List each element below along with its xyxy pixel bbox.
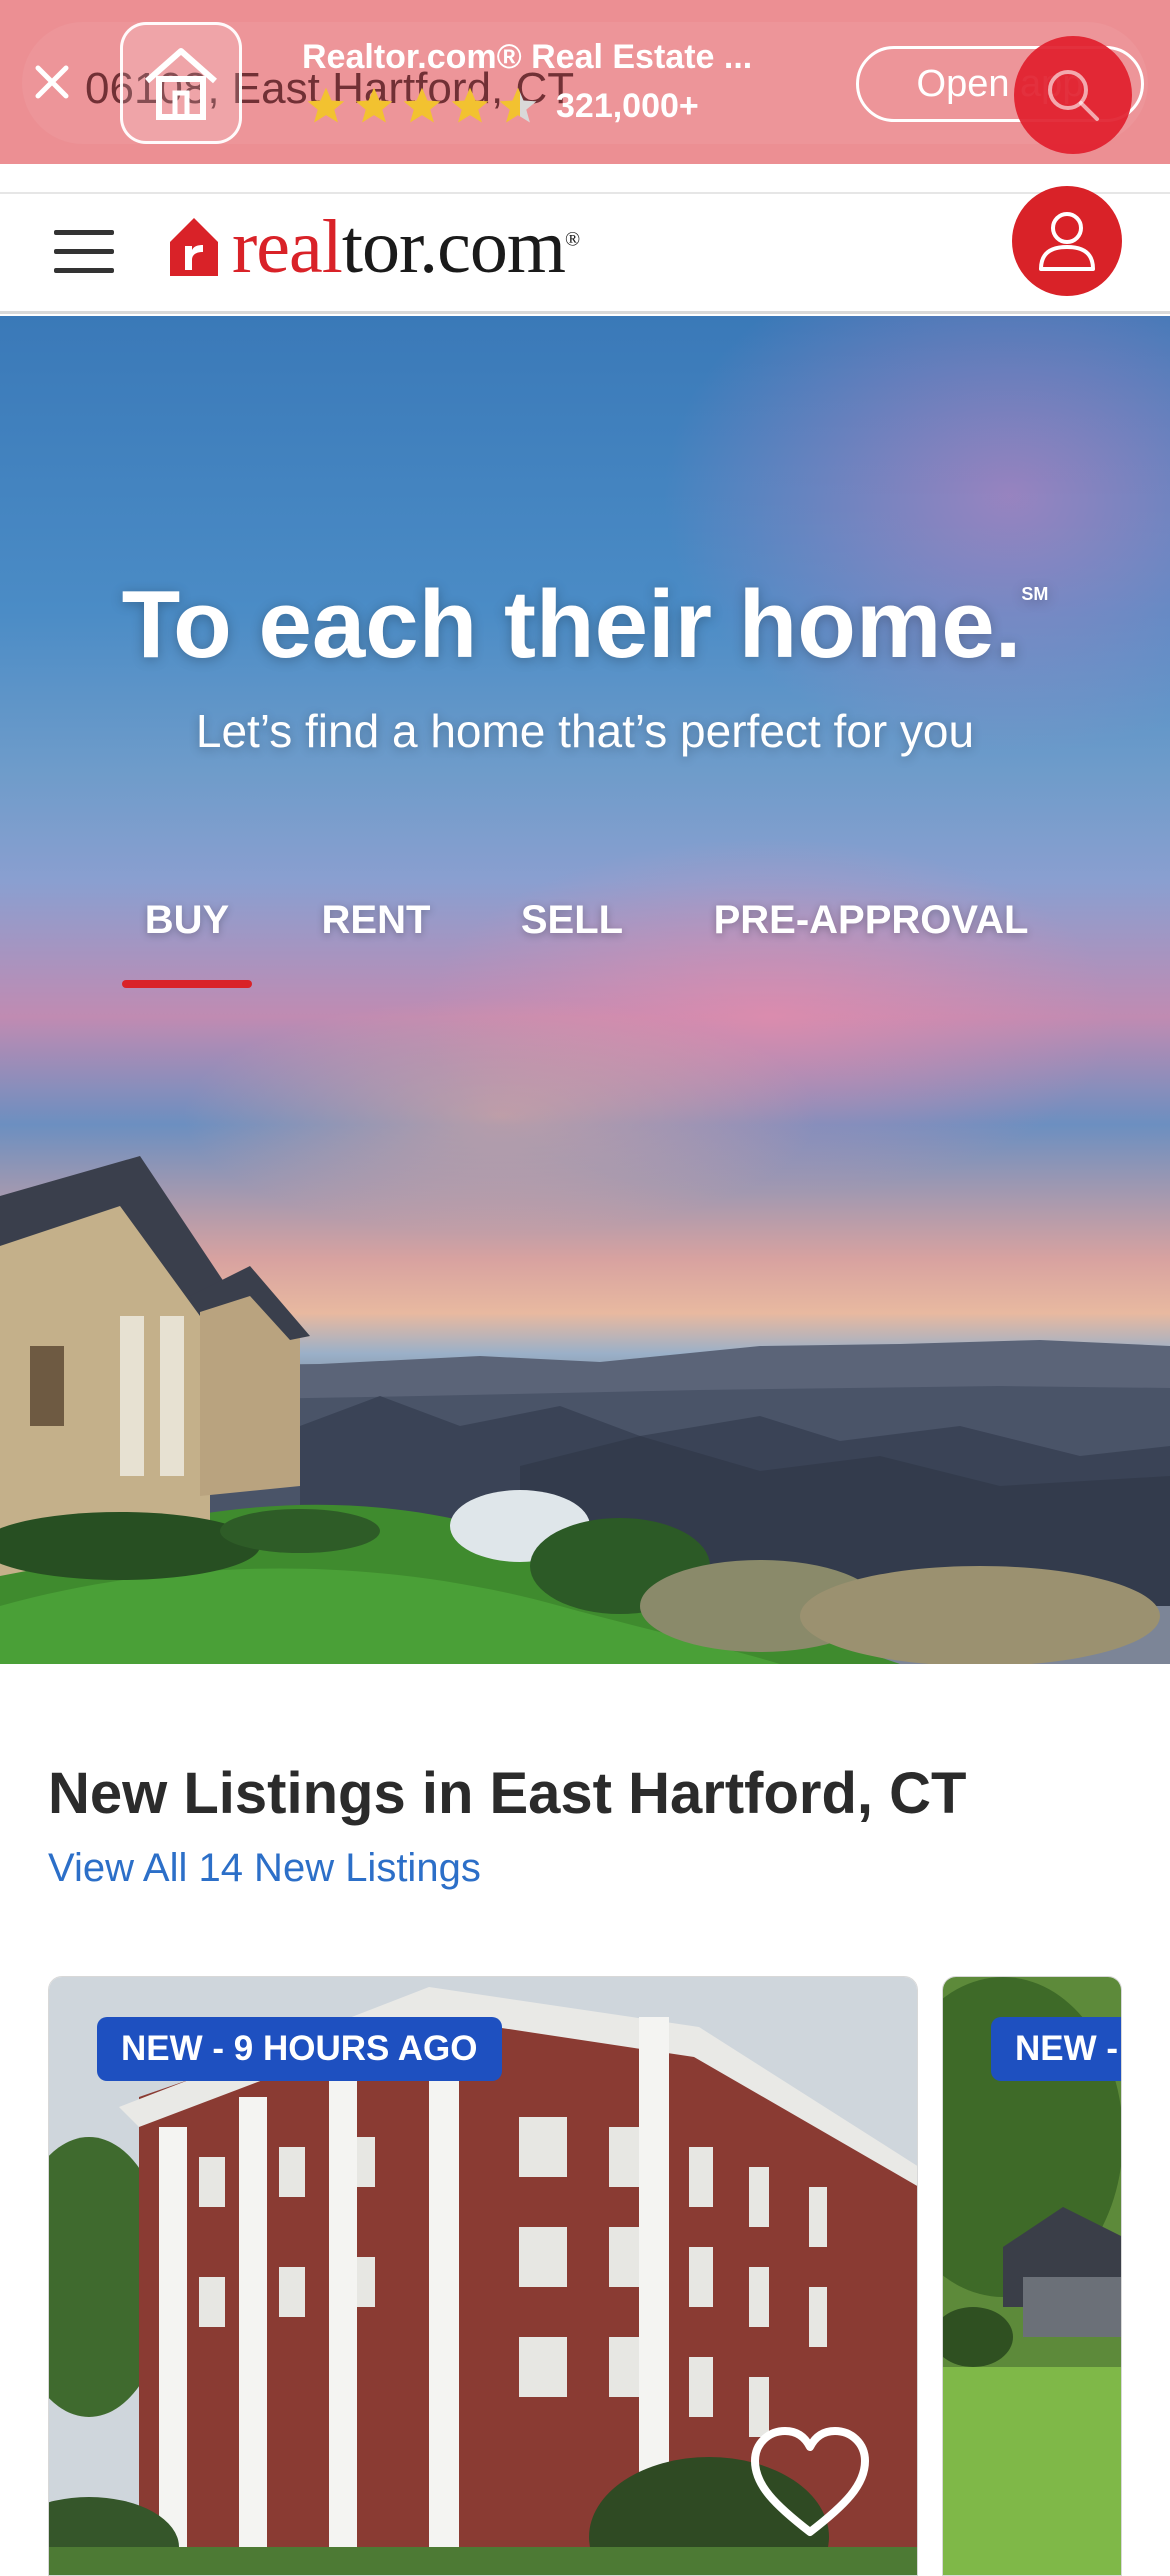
tab-buy-label: BUY [144, 898, 230, 942]
new-listings-heading: New Listings in East Hartford, CT [48, 1761, 967, 1826]
star-icon [403, 87, 441, 123]
listing-status-badge: NEW - [991, 2017, 1121, 2081]
star-icon [451, 87, 489, 123]
tab-buy[interactable]: BUY [122, 888, 252, 988]
hero-landscape-image [0, 1156, 1170, 1664]
logo-text-real: real [232, 205, 343, 289]
hero-section: To each their home.SM Let’s find a home … [0, 316, 1170, 1664]
realtor-r-mark-icon [170, 218, 218, 276]
logo-text-tor: tor.com [341, 205, 566, 289]
menu-button[interactable] [48, 216, 120, 286]
heart-icon [751, 2427, 869, 2536]
view-all-listings-link[interactable]: View All 14 New Listings [48, 1846, 481, 1891]
user-icon [1039, 212, 1095, 271]
listing-card[interactable]: NEW - [942, 1976, 1122, 2576]
search-button[interactable] [1014, 36, 1132, 154]
tab-sell[interactable]: SELL [512, 888, 632, 988]
search-type-tabs: BUY RENT SELL PRE-APPROVAL [0, 888, 1170, 988]
tab-pre-approval[interactable]: PRE-APPROVAL [706, 888, 1036, 988]
realtor-logo[interactable]: realtor.com® [168, 202, 580, 292]
tab-rent-label: RENT [321, 898, 431, 942]
tab-pre-approval-label: PRE-APPROVAL [713, 898, 1029, 942]
star-icon [307, 87, 345, 123]
tab-rent[interactable]: RENT [312, 888, 440, 988]
service-mark: SM [1021, 584, 1049, 604]
hamburger-menu-icon [54, 230, 114, 273]
app-rating: 321,000+ [304, 84, 699, 128]
site-header: realtor.com® [0, 164, 1170, 314]
listing-status-badge: NEW - 9 HOURS AGO [97, 2017, 502, 2081]
logo-registered-mark: ® [564, 228, 580, 251]
save-listing-button[interactable] [745, 2417, 875, 2547]
hero-title-text: To each their home. [121, 571, 1022, 678]
app-title: Realtor.com® Real Estate ... [302, 38, 753, 76]
header-divider [0, 192, 1170, 194]
search-icon [1048, 70, 1099, 121]
close-icon [35, 65, 69, 99]
house-logo-icon [145, 48, 217, 120]
hero-subtitle: Let’s find a home that’s perfect for you [195, 705, 975, 757]
star-icon [355, 87, 393, 123]
half-star-icon [499, 87, 537, 123]
account-button[interactable] [1012, 186, 1122, 296]
tab-sell-label: SELL [520, 898, 624, 942]
listing-card[interactable]: NEW - 9 HOURS AGO [48, 1976, 918, 2576]
close-banner-button[interactable] [26, 56, 78, 108]
active-tab-indicator [122, 980, 252, 988]
rating-count: 321,000+ [556, 86, 699, 125]
app-download-banner: 06108, East Hartford, CT Realtor.com® Re… [0, 0, 1170, 164]
app-icon [120, 22, 242, 144]
hero-title: To each their home.SM [0, 570, 1170, 680]
